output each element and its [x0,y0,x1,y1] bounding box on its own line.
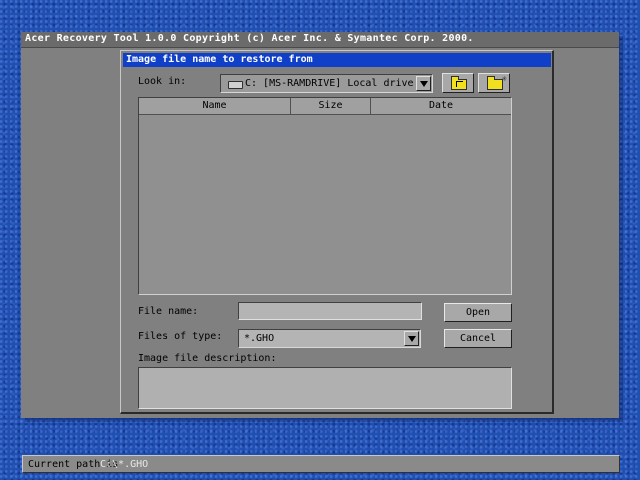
dialog-titlebar[interactable]: Image file name to restore from [123,53,551,67]
open-button[interactable]: Open [444,303,512,322]
new-folder-button[interactable]: ✳ [478,73,510,93]
restore-image-dialog: Image file name to restore from Look in:… [120,50,554,414]
look-in-value: C: [MS-RAMDRIVE] Local drive [245,78,414,89]
up-folder-icon [451,76,467,90]
column-size[interactable]: Size [291,98,371,114]
main-titlebar: Acer Recovery Tool 1.0.0 Copyright (c) A… [21,32,619,48]
column-date[interactable]: Date [371,98,511,114]
current-path: C:\*.GHO [100,459,149,470]
cancel-button[interactable]: Cancel [444,329,512,348]
file-list[interactable]: Name Size Date [138,97,512,295]
files-of-type-select[interactable]: *.GHO [238,329,421,348]
look-in-label: Look in: [138,76,187,87]
file-name-field[interactable] [238,302,422,320]
files-of-type-value: *.GHO [244,333,275,344]
file-list-header: Name Size Date [139,98,511,115]
app-title: Acer Recovery Tool 1.0.0 Copyright (c) A… [25,33,474,44]
files-of-type-dropdown-button[interactable] [404,331,419,346]
status-bar: Current path is C:\*.GHO [22,455,620,473]
dialog-title: Image file name to restore from [126,54,313,65]
look-in-dropdown-button[interactable] [416,76,431,91]
drive-icon [228,81,243,89]
column-name[interactable]: Name [139,98,291,114]
look-in-select[interactable]: C: [MS-RAMDRIVE] Local drive [220,74,433,93]
files-of-type-label: Files of type: [138,331,223,342]
description-box [138,367,512,409]
up-folder-button[interactable] [442,73,474,93]
file-name-input[interactable] [239,303,421,319]
description-label: Image file description: [138,353,277,364]
file-name-label: File name: [138,306,199,317]
